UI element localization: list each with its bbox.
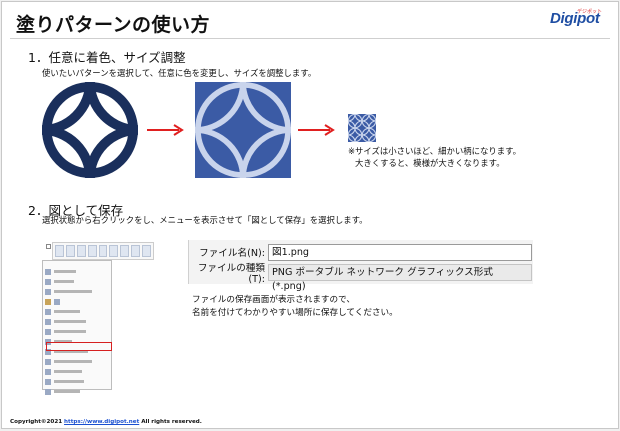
page-title: 塗りパターンの使い方 [16, 14, 211, 36]
menu-row [45, 387, 109, 396]
arrow-right-icon [298, 124, 335, 136]
mini-toolbar [52, 242, 154, 260]
size-note-line1: ※サイズは小さいほど、細かい柄になります。 [348, 146, 522, 156]
menu-row [45, 267, 109, 276]
footer-suffix: All rights reserved. [139, 419, 202, 425]
save-note-line2: 名前を付けてわかりやすい場所に保存してください。 [192, 308, 398, 318]
menu-row [45, 317, 109, 326]
size-note: ※サイズは小さいほど、細かい柄になります。 大きくすると、模様が大きくなります。 [348, 145, 521, 169]
toolbar-icon [55, 245, 64, 257]
menu-row [45, 377, 109, 386]
toolbar-icon [98, 245, 108, 257]
save-note: ファイルの保存画面が表示されますので、 名前を付けてわかりやすい場所に保存してく… [192, 294, 398, 320]
digipot-logo: Digipot デジポット [546, 8, 604, 34]
menu-row [45, 287, 109, 296]
section1-description: 使いたいパターンを選択して、任意に色を変更し、サイズを調整します。 [42, 68, 317, 78]
filename-label: ファイル名(N): [199, 248, 265, 259]
menu-row [45, 367, 109, 376]
save-as-picture-highlight [46, 342, 112, 351]
menu-row [45, 297, 109, 306]
menu-row [45, 327, 109, 336]
arrow-right-icon [147, 124, 184, 136]
filetype-label: ファイルの種類(T): [197, 262, 265, 285]
footer-prefix: Copyright©2021 [10, 419, 65, 425]
pattern-original [42, 82, 138, 178]
toolbar-icon [87, 245, 97, 257]
section1-heading: 1．任意に着色、サイズ調整 [28, 50, 186, 65]
filename-field: 図1.png [268, 243, 532, 261]
footer-link[interactable]: https://www.digipot.net [64, 419, 139, 425]
size-note-line2: 大きくすると、模様が大きくなります。 [355, 158, 505, 168]
menu-row [45, 307, 109, 316]
filetype-field: PNG ポータブル ネットワーク グラフィックス形式 (*.png) [268, 263, 532, 292]
filetype-row: ファイルの種類(T): PNG ポータブル ネットワーク グラフィックス形式 (… [189, 262, 532, 292]
section2-description: 選択状態から右クリックをし、メニューを表示させて「図として保存」を選択します。 [42, 215, 368, 225]
toolbar-icon [142, 245, 152, 257]
toolbar-icon [109, 245, 119, 257]
save-note-line1: ファイルの保存画面が表示されますので、 [192, 295, 355, 305]
pattern-resized [348, 114, 376, 142]
selection-handle [46, 244, 51, 249]
pattern-recolored [195, 82, 291, 178]
slide-page: 塗りパターンの使い方 Digipot デジポット 1．任意に着色、サイズ調整 使… [1, 1, 619, 429]
toolbar-icon [131, 245, 141, 257]
toolbar-icon [76, 245, 86, 257]
save-dialog-screenshot: ファイル名(N): 図1.png ファイルの種類(T): PNG ポータブル ネ… [188, 240, 533, 292]
context-menu-screenshot [42, 260, 112, 395]
menu-row [45, 357, 109, 366]
copyright-footer: Copyright©2021 https://www.digipot.net A… [10, 419, 202, 425]
toolbar-icon [65, 245, 75, 257]
title-divider [10, 38, 610, 39]
logo-kana: デジポット [576, 9, 602, 15]
menu-row [45, 277, 109, 286]
toolbar-icon [120, 245, 130, 257]
